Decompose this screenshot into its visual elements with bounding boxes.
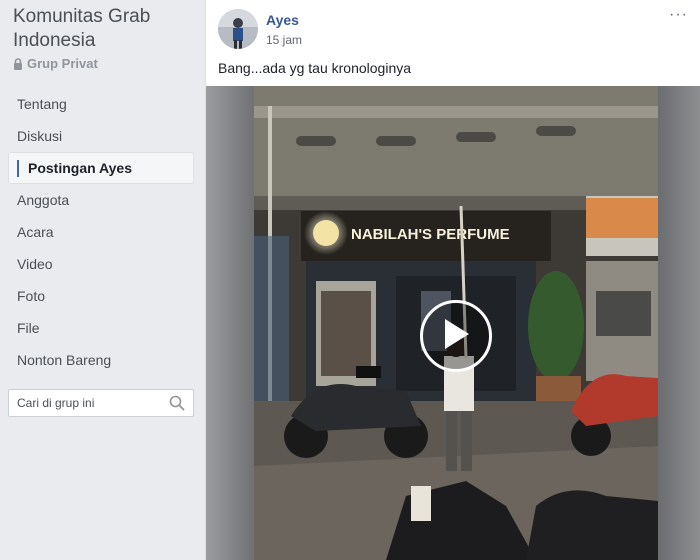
sidebar-item-label: Tentang <box>17 96 67 112</box>
sidebar-item-file[interactable]: File <box>8 312 194 344</box>
post-text: Bang...ada yg tau kronologinya <box>218 60 412 76</box>
sidebar-item-label: File <box>17 320 40 336</box>
sidebar-item-label: Nonton Bareng <box>17 352 112 368</box>
sidebar-item-postingan[interactable]: Postingan Ayes <box>8 152 194 184</box>
group-privacy-label: Grup Privat <box>27 56 98 71</box>
sidebar-item-anggota[interactable]: Anggota <box>8 184 194 216</box>
sidebar-item-label: Foto <box>17 288 46 304</box>
lock-icon <box>13 57 23 70</box>
group-privacy: Grup Privat <box>13 56 98 71</box>
sidebar-item-label: Diskusi <box>17 128 63 144</box>
sidebar-item-nonton-bareng[interactable]: Nonton Bareng <box>8 344 194 376</box>
more-options-icon[interactable]: ··· <box>669 6 688 24</box>
avatar[interactable] <box>218 9 258 49</box>
sidebar-item-acara[interactable]: Acara <box>8 216 194 248</box>
video-player[interactable]: NABILAH'S PERFUME <box>206 86 700 560</box>
shop-sign-text: NABILAH'S PERFUME <box>351 226 510 243</box>
sidebar-item-label: Anggota <box>17 192 70 208</box>
post-author[interactable]: Ayes <box>266 12 299 28</box>
sidebar-item-diskusi[interactable]: Diskusi <box>8 120 194 152</box>
group-title[interactable]: Komunitas Grab Indonesia <box>13 5 198 53</box>
post-card: Ayes 15 jam ··· Bang...ada yg tau kronol… <box>205 0 700 560</box>
play-button[interactable] <box>420 300 492 372</box>
group-nav: Tentang Diskusi Postingan Ayes Anggota A… <box>8 88 194 376</box>
search-input[interactable] <box>9 390 159 416</box>
search-icon[interactable] <box>169 395 185 416</box>
group-search <box>8 389 194 417</box>
sidebar-item-video[interactable]: Video <box>8 248 194 280</box>
sidebar-item-tentang[interactable]: Tentang <box>8 88 194 120</box>
sidebar-item-label: Video <box>17 256 53 272</box>
play-icon <box>441 317 471 356</box>
group-sidebar: Komunitas Grab Indonesia Grup Privat Ten… <box>0 0 204 560</box>
sidebar-item-label: Postingan Ayes <box>28 160 132 176</box>
sidebar-item-foto[interactable]: Foto <box>8 280 194 312</box>
post-timestamp[interactable]: 15 jam <box>266 33 302 47</box>
sidebar-item-label: Acara <box>17 224 54 240</box>
